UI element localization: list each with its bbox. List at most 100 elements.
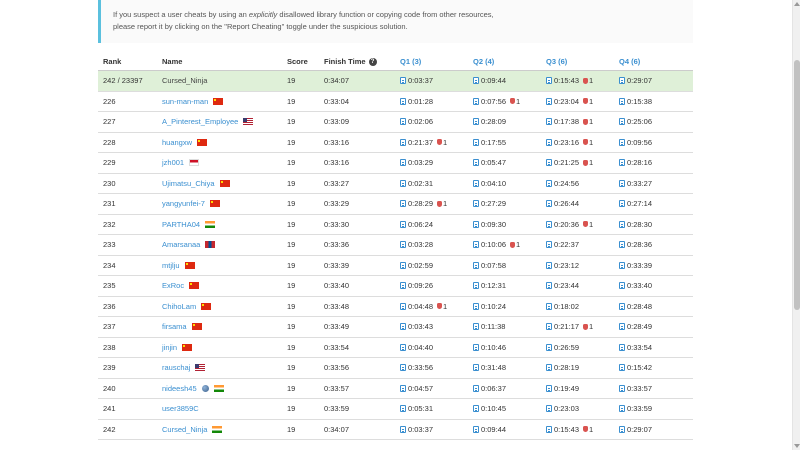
- q3-cell[interactable]: 0:26:44: [546, 199, 619, 208]
- document-icon[interactable]: [546, 261, 552, 269]
- document-icon[interactable]: [546, 97, 552, 105]
- q2-cell[interactable]: 0:12:31: [473, 281, 546, 290]
- q1-cell[interactable]: 0:03:28: [400, 240, 473, 249]
- document-icon[interactable]: [619, 118, 625, 126]
- q2-cell[interactable]: 0:07:56 1: [473, 97, 546, 106]
- q3-time[interactable]: 0:26:59: [554, 343, 579, 352]
- q4-time[interactable]: 0:29:07: [627, 425, 652, 434]
- q2-time[interactable]: 0:10:24: [481, 302, 506, 311]
- q4-time[interactable]: 0:28:49: [627, 322, 652, 331]
- q1-time[interactable]: 0:03:37: [408, 425, 433, 434]
- q2-cell[interactable]: 0:04:10: [473, 179, 546, 188]
- document-icon[interactable]: [473, 118, 479, 126]
- q1-time[interactable]: 0:05:31: [408, 404, 433, 413]
- q3-time[interactable]: 0:28:19: [554, 363, 579, 372]
- q1-cell[interactable]: 0:03:37: [400, 76, 473, 85]
- q4-cell[interactable]: 0:15:38: [619, 97, 693, 106]
- document-icon[interactable]: [400, 118, 406, 126]
- q4-time[interactable]: 0:33:54: [627, 343, 652, 352]
- q1-cell[interactable]: 0:04:40: [400, 343, 473, 352]
- q4-cell[interactable]: 0:33:40: [619, 281, 693, 290]
- q1-cell[interactable]: 0:09:26: [400, 281, 473, 290]
- q2-time[interactable]: 0:05:47: [481, 158, 506, 167]
- q1-cell[interactable]: 0:33:56: [400, 363, 473, 372]
- q2-cell[interactable]: 0:07:58: [473, 261, 546, 270]
- q1-time[interactable]: 0:02:06: [408, 117, 433, 126]
- document-icon[interactable]: [546, 425, 552, 433]
- q3-cell[interactable]: 0:26:59: [546, 343, 619, 352]
- q4-cell[interactable]: 0:28:48: [619, 302, 693, 311]
- q3-time[interactable]: 0:17:38: [554, 117, 579, 126]
- user-link[interactable]: user3859C: [162, 404, 199, 413]
- q3-cell[interactable]: 0:23:04 1: [546, 97, 619, 106]
- q2-cell[interactable]: 0:05:47: [473, 158, 546, 167]
- q4-time[interactable]: 0:33:57: [627, 384, 652, 393]
- document-icon[interactable]: [473, 302, 479, 310]
- q3-time[interactable]: 0:22:37: [554, 240, 579, 249]
- header-q4[interactable]: Q4 (6): [619, 57, 693, 66]
- q1-cell[interactable]: 0:21:37 1: [400, 138, 473, 147]
- q3-cell[interactable]: 0:23:16 1: [546, 138, 619, 147]
- document-icon[interactable]: [546, 77, 552, 85]
- q1-time[interactable]: 0:04:48: [408, 302, 433, 311]
- q1-time[interactable]: 0:02:59: [408, 261, 433, 270]
- q4-cell[interactable]: 0:29:07: [619, 76, 693, 85]
- document-icon[interactable]: [619, 200, 625, 208]
- scrollbar[interactable]: [792, 0, 800, 450]
- q2-cell[interactable]: 0:11:38: [473, 322, 546, 331]
- document-icon[interactable]: [400, 323, 406, 331]
- q3-time[interactable]: 0:23:12: [554, 261, 579, 270]
- document-icon[interactable]: [546, 323, 552, 331]
- q2-time[interactable]: 0:31:48: [481, 363, 506, 372]
- document-icon[interactable]: [546, 200, 552, 208]
- q4-cell[interactable]: 0:25:06: [619, 117, 693, 126]
- q4-time[interactable]: 0:15:38: [627, 97, 652, 106]
- q1-time[interactable]: 0:03:29: [408, 158, 433, 167]
- document-icon[interactable]: [473, 343, 479, 351]
- q3-cell[interactable]: 0:28:19: [546, 363, 619, 372]
- q3-time[interactable]: 0:23:03: [554, 404, 579, 413]
- q1-time[interactable]: 0:03:43: [408, 322, 433, 331]
- q2-time[interactable]: 0:10:46: [481, 343, 506, 352]
- document-icon[interactable]: [546, 343, 552, 351]
- q2-time[interactable]: 0:12:31: [481, 281, 506, 290]
- q3-cell[interactable]: 0:20:36 1: [546, 220, 619, 229]
- q4-cell[interactable]: 0:33:57: [619, 384, 693, 393]
- scroll-down-arrow-icon[interactable]: [794, 444, 800, 448]
- user-link[interactable]: Amarsanaa: [162, 240, 200, 249]
- document-icon[interactable]: [473, 220, 479, 228]
- document-icon[interactable]: [400, 425, 406, 433]
- q4-cell[interactable]: 0:33:54: [619, 343, 693, 352]
- document-icon[interactable]: [473, 323, 479, 331]
- q3-cell[interactable]: 0:23:12: [546, 261, 619, 270]
- q2-time[interactable]: 0:17:55: [481, 138, 506, 147]
- user-link[interactable]: rauschaj: [162, 363, 190, 372]
- q2-cell[interactable]: 0:09:44: [473, 76, 546, 85]
- document-icon[interactable]: [619, 220, 625, 228]
- q4-time[interactable]: 0:27:14: [627, 199, 652, 208]
- q4-cell[interactable]: 0:28:36: [619, 240, 693, 249]
- user-link[interactable]: Ujimatsu_Chiya: [162, 179, 215, 188]
- user-link[interactable]: jzh001: [162, 158, 184, 167]
- q1-time[interactable]: 0:33:56: [408, 363, 433, 372]
- q1-time[interactable]: 0:04:57: [408, 384, 433, 393]
- q2-time[interactable]: 0:04:10: [481, 179, 506, 188]
- q1-cell[interactable]: 0:02:31: [400, 179, 473, 188]
- user-link[interactable]: firsama: [162, 322, 187, 331]
- q4-time[interactable]: 0:33:59: [627, 404, 652, 413]
- q2-time[interactable]: 0:07:58: [481, 261, 506, 270]
- document-icon[interactable]: [473, 138, 479, 146]
- document-icon[interactable]: [400, 77, 406, 85]
- q3-time[interactable]: 0:15:43: [554, 76, 579, 85]
- document-icon[interactable]: [473, 200, 479, 208]
- q3-cell[interactable]: 0:21:25 1: [546, 158, 619, 167]
- q3-time[interactable]: 0:20:36: [554, 220, 579, 229]
- document-icon[interactable]: [546, 282, 552, 290]
- q2-cell[interactable]: 0:10:45: [473, 404, 546, 413]
- user-link[interactable]: ExRoc: [162, 281, 184, 290]
- q3-time[interactable]: 0:23:16: [554, 138, 579, 147]
- q4-cell[interactable]: 0:28:49: [619, 322, 693, 331]
- q2-cell[interactable]: 0:09:44: [473, 425, 546, 434]
- document-icon[interactable]: [546, 118, 552, 126]
- document-icon[interactable]: [473, 384, 479, 392]
